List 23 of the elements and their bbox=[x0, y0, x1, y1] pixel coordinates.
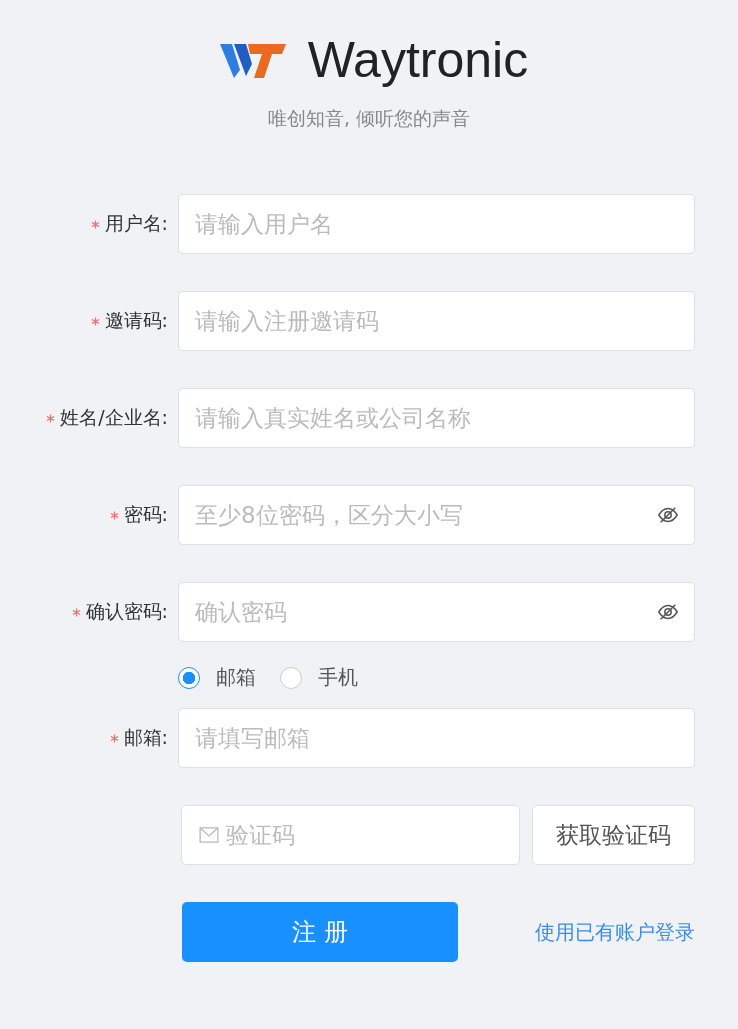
radio-label[interactable]: 手机 bbox=[318, 664, 358, 691]
brand-name: Waytronic bbox=[307, 31, 529, 89]
field-label: 密码: bbox=[123, 502, 168, 527]
eye-hidden-icon[interactable] bbox=[657, 504, 679, 526]
input-field[interactable]: 至少8位密码，区分大小写 bbox=[178, 485, 695, 545]
slogan: 唯创知音, 倾听您的声音 bbox=[266, 106, 472, 131]
radio-button[interactable] bbox=[178, 666, 200, 689]
input-field[interactable]: 请填写邮箱 bbox=[178, 708, 695, 768]
input-field[interactable]: 请输入注册邀请码 bbox=[178, 291, 695, 351]
input-field[interactable]: 确认密码 bbox=[178, 582, 695, 642]
eye-hidden-icon[interactable] bbox=[657, 601, 679, 623]
code-field[interactable]: 验证码 bbox=[181, 805, 520, 865]
radio-button[interactable] bbox=[280, 666, 302, 689]
input-field[interactable]: 请输入真实姓名或公司名称 bbox=[178, 388, 695, 448]
field-label: 姓名/企业名: bbox=[60, 405, 168, 430]
get-code-button[interactable]: 获取验证码 bbox=[532, 805, 695, 865]
field-label: 邀请码: bbox=[104, 308, 168, 333]
input-field[interactable]: 请输入用户名 bbox=[178, 194, 695, 254]
field-label: 确认密码: bbox=[85, 599, 168, 624]
radio-label[interactable]: 邮箱 bbox=[216, 664, 256, 691]
field-label: 邮箱: bbox=[123, 725, 168, 750]
mail-icon bbox=[199, 827, 219, 843]
field-label: 用户名: bbox=[104, 211, 168, 236]
